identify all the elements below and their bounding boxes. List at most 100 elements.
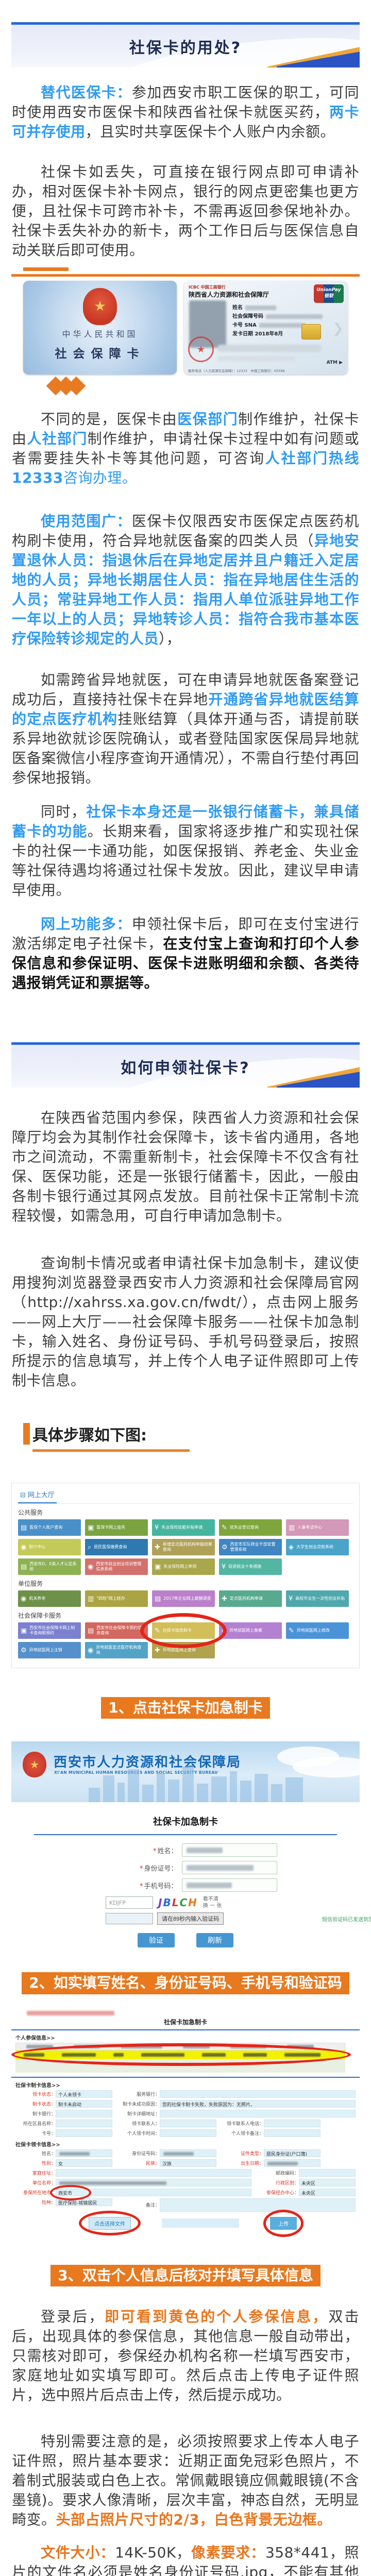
portal-tile[interactable]: ¥高校毕业生一次性创业补贴: [286, 1590, 349, 1607]
field-value[interactable]: 汉族: [160, 2159, 216, 2167]
field-value[interactable]: [56, 2179, 251, 2187]
portal-tile[interactable]: ✎就失业登记查询: [219, 1519, 282, 1536]
portal-tile[interactable]: ▤2017年企业网上薪酬调查: [152, 1590, 215, 1607]
field-value[interactable]: [264, 2129, 321, 2137]
text-run: 即可看到黄色的个人参保信息，: [105, 2308, 328, 2325]
card-arrow-icon: ❯: [332, 321, 344, 336]
portal-tile[interactable]: ◈大学生创业贷款系统: [286, 1539, 349, 1555]
portal-tile[interactable]: ✎社保卡加急制卡: [152, 1622, 215, 1639]
field-label: 卡号：: [15, 2130, 56, 2137]
field-value[interactable]: [160, 2110, 356, 2117]
tile-icon: ◉: [88, 1563, 93, 1571]
field-value[interactable]: 医疗保险-城镇居民: [56, 2198, 112, 2206]
group-label-ssc: 社会保障卡服务: [18, 1611, 353, 1620]
tile-label: 高校毕业生一次性创业补贴: [295, 1596, 345, 1601]
form-field: 参保所在地市：西安市: [15, 2189, 251, 2196]
portal-tile[interactable]: ⌕居民医保缴费查询: [85, 1539, 148, 1555]
captcha-char: L: [172, 1896, 180, 1909]
id-input[interactable]: [182, 1861, 277, 1874]
highlighted-insured-row[interactable]: [15, 2050, 345, 2059]
field-label: 姓名：: [15, 2150, 56, 2157]
portal-tile[interactable]: ◉异地就医定点医疗机构查询: [85, 1642, 148, 1658]
field-value[interactable]: [299, 2169, 356, 2177]
file-path-input[interactable]: [162, 2218, 239, 2228]
field-value[interactable]: [160, 2129, 216, 2137]
portal-tile[interactable]: ¥促进就业十条措施: [219, 1558, 282, 1575]
tile-icon: ▥: [289, 1524, 295, 1532]
sms-countdown-button[interactable]: 请在89秒内输入验证码: [157, 1912, 224, 1925]
captcha-char: C: [179, 1896, 188, 1909]
field-value[interactable]: [56, 2110, 112, 2117]
field-value[interactable]: 制卡未启动: [56, 2100, 112, 2108]
text-run: 文件大小：: [41, 2544, 115, 2561]
tile-icon: ⌕: [88, 1544, 91, 1551]
portal-tile[interactable]: ▥人事考试中心: [286, 1519, 349, 1536]
field-value[interactable]: 个人未领卡: [56, 2090, 112, 2098]
field-value[interactable]: [264, 2120, 321, 2127]
field-value[interactable]: 女: [56, 2159, 112, 2167]
verify-button[interactable]: 验证: [138, 1933, 175, 1947]
text-run: 登录后，: [41, 2308, 105, 2325]
portal-tile[interactable]: ◉机关养老: [18, 1590, 81, 1607]
field-value[interactable]: [56, 2120, 112, 2127]
field-value[interactable]: 您的社保卡制卡失败，失败原因为：无照片。: [160, 2100, 356, 2108]
tile-icon: ✎: [222, 1524, 227, 1532]
paragraph-online-functions: 网上功能多：申领社保卡后，即可在支付宝进行激活绑定电子社保卡，在支付宝上查询和打…: [12, 914, 359, 993]
field-value[interactable]: [160, 2090, 356, 2098]
portal-tile[interactable]: ▤医保个人账户查询: [18, 1519, 81, 1536]
form-row: 领卡状态：个人未领卡服务银行：: [15, 2090, 356, 2098]
portal-tile[interactable]: ◈异地就医网上备案: [219, 1622, 282, 1639]
refresh-button[interactable]: 刷新: [196, 1933, 233, 1947]
portal-tile[interactable]: ▤西安市社会保障卡预约信息查询: [85, 1622, 148, 1639]
portal-tile[interactable]: ⚙异地就医网上注销: [18, 1642, 81, 1658]
field-value[interactable]: 西安市: [56, 2189, 251, 2196]
form-row: 卡号：个人领卡时间：个人领卡备注：: [15, 2129, 356, 2137]
portal-tile[interactable]: ▤西安市D、E类人才认定系统: [18, 1558, 81, 1575]
form-row: 制卡状态：制卡未启动制卡未成功原因：您的社保卡制卡失败，失败原因为：无照片。: [15, 2100, 356, 2108]
portal-tile[interactable]: ✚异地就医网上查询: [152, 1642, 215, 1658]
tab-online-hall[interactable]: ⊟网上大厅: [18, 1487, 57, 1503]
field-value[interactable]: [264, 2159, 321, 2167]
portal-tile[interactable]: ▣西安市社会保障卡网上制卡查询和预约: [18, 1622, 81, 1639]
field-value[interactable]: [56, 2149, 112, 2157]
sms-code-input[interactable]: [106, 1913, 153, 1924]
tile-label: 职介中心: [29, 1545, 45, 1550]
field-value[interactable]: 居民身份证(户口簿): [264, 2149, 321, 2157]
field-value[interactable]: 未央区: [299, 2189, 356, 2196]
phone-input[interactable]: [182, 1878, 277, 1892]
field-value[interactable]: [160, 2149, 216, 2157]
portal-tile[interactable]: ⚙西安市军队转业干部安置管理系统: [219, 1539, 282, 1555]
portal-tile[interactable]: ▥"四险"网上经办: [85, 1590, 148, 1607]
portal-tile[interactable]: ✚定点医药机构申请: [219, 1590, 282, 1607]
portal-tile[interactable]: ¥失业保险技能补贴申请: [152, 1519, 215, 1536]
captcha-image[interactable]: JBLCH: [158, 1896, 198, 1909]
tile-label: 人事考试中心: [297, 1525, 322, 1530]
portal-tile[interactable]: ◉西安市就业创业培训管理信息系统: [85, 1558, 148, 1575]
portal-tile[interactable]: ✎异地就医网上修改: [286, 1622, 349, 1639]
text-run: 网上功能多：: [41, 916, 132, 933]
captcha-change-link[interactable]: 换 一 张: [203, 1903, 222, 1909]
paragraph-cross-province: 如需跨省异地就医，可在申请异地就医备案登记成功后，直接持社保卡在异地开通跨省异地…: [12, 670, 359, 788]
captcha-input[interactable]: KDJFP: [106, 1896, 153, 1909]
tile-row: ◉机关养老▥"四险"网上经办▤2017年企业网上薪酬调查✚定点医药机构申请¥高校…: [18, 1590, 353, 1607]
step-2-label: 2、如实填写姓名、身份证号码、手机号和验证码: [22, 1972, 349, 1994]
field-value[interactable]: [160, 2120, 216, 2127]
review-form-screenshot: 社保卡加急制卡 个人参保信息>> 社保卡制卡信息>> 领卡状态：个人未领卡服务银…: [11, 2009, 360, 2235]
form-row-phone: *手机号码：: [0, 1878, 371, 1892]
upload-button[interactable]: 上传: [270, 2217, 297, 2230]
captcha-unclear-link[interactable]: 看不清: [203, 1896, 222, 1903]
section-banner-usage: 社保卡的用处?: [11, 22, 360, 67]
section-card-making: 社保卡制卡信息>>: [15, 2081, 360, 2089]
portal-tile[interactable]: ✚新增定点医药机构申报结果查询: [152, 1539, 215, 1555]
field-value[interactable]: 未央区: [299, 2179, 356, 2187]
field-value[interactable]: [56, 2129, 112, 2137]
portal-tile[interactable]: ▣医保卡网上挂失: [85, 1519, 148, 1536]
choose-file-button[interactable]: 点击选择文件: [89, 2217, 131, 2230]
tile-icon: ✚: [222, 1595, 227, 1603]
field-label: 备注：: [120, 2201, 160, 2208]
portal-tile[interactable]: ◉职介中心: [18, 1539, 81, 1555]
portal-tile[interactable]: ▣失业保险网上申领: [152, 1558, 215, 1575]
field-value[interactable]: [160, 2198, 356, 2212]
name-input[interactable]: [182, 1843, 277, 1857]
field-value[interactable]: [56, 2169, 251, 2177]
